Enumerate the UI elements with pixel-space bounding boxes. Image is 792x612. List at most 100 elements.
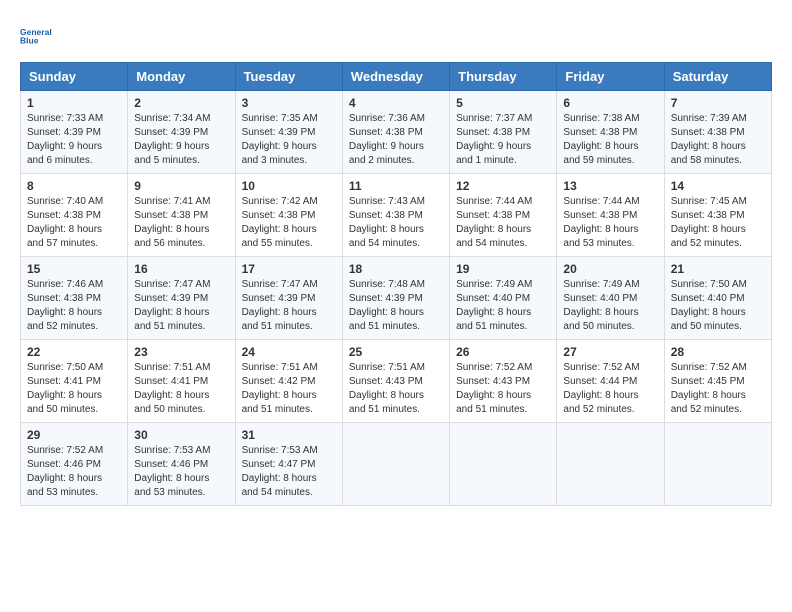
day-number: 29 (27, 428, 121, 442)
day-of-week-header: Tuesday (235, 63, 342, 91)
calendar-day-cell: 5 Sunrise: 7:37 AMSunset: 4:38 PMDaylight… (450, 91, 557, 174)
day-info: Sunrise: 7:36 AMSunset: 4:38 PMDaylight:… (349, 113, 425, 166)
calendar-day-cell: 12Sunrise: 7:44 AMSunset: 4:38 PMDayligh… (450, 174, 557, 257)
day-of-week-header: Friday (557, 63, 664, 91)
calendar-week-row: 29 Sunrise: 7:52 AMSunset: 4:46 PMDayligh… (21, 423, 772, 506)
day-info: Sunrise: 7:49 AMSunset: 4:40 PMDaylight:… (563, 279, 639, 332)
day-info: Sunrise: 7:43 AMSunset: 4:38 PMDaylight:… (349, 196, 425, 249)
day-info: Sunrise: 7:52 AMSunset: 4:43 PMDaylight:… (456, 362, 532, 415)
day-number: 9 (134, 179, 228, 193)
calendar-day-cell: 28Sunrise: 7:52 AMSunset: 4:45 PMDayligh… (664, 340, 771, 423)
day-info: Sunrise: 7:34 AMSunset: 4:39 PMDaylight:… (134, 113, 210, 166)
day-number: 1 (27, 96, 121, 110)
day-number: 16 (134, 262, 228, 276)
logo: GeneralBlue (20, 20, 52, 52)
calendar-day-cell: 26 Sunrise: 7:52 AMSunset: 4:43 PMDayligh… (450, 340, 557, 423)
calendar-day-cell: 24 Sunrise: 7:51 AMSunset: 4:42 PMDayligh… (235, 340, 342, 423)
day-number: 22 (27, 345, 121, 359)
day-info: Sunrise: 7:35 AMSunset: 4:39 PMDaylight:… (242, 113, 318, 166)
day-of-week-header: Saturday (664, 63, 771, 91)
calendar-day-cell: 13Sunrise: 7:44 AMSunset: 4:38 PMDayligh… (557, 174, 664, 257)
calendar-day-cell: 29 Sunrise: 7:52 AMSunset: 4:46 PMDayligh… (21, 423, 128, 506)
day-info: Sunrise: 7:51 AMSunset: 4:41 PMDaylight:… (134, 362, 210, 415)
calendar-day-cell (450, 423, 557, 506)
day-info: Sunrise: 7:52 AMSunset: 4:46 PMDaylight:… (27, 445, 103, 498)
day-info: Sunrise: 7:39 AMSunset: 4:38 PMDaylight:… (671, 113, 747, 166)
calendar-day-cell: 25 Sunrise: 7:51 AMSunset: 4:43 PMDayligh… (342, 340, 449, 423)
calendar-day-cell: 2 Sunrise: 7:34 AMSunset: 4:39 PMDaylight… (128, 91, 235, 174)
svg-text:Blue: Blue (20, 35, 39, 45)
calendar-day-cell: 6Sunrise: 7:38 AMSunset: 4:38 PMDaylight… (557, 91, 664, 174)
day-info: Sunrise: 7:52 AMSunset: 4:44 PMDaylight:… (563, 362, 639, 415)
page-header: GeneralBlue (20, 20, 772, 52)
day-info: Sunrise: 7:53 AMSunset: 4:47 PMDaylight:… (242, 445, 318, 498)
calendar-day-cell: 23 Sunrise: 7:51 AMSunset: 4:41 PMDayligh… (128, 340, 235, 423)
day-number: 5 (456, 96, 550, 110)
calendar-day-cell: 9 Sunrise: 7:41 AMSunset: 4:38 PMDaylight… (128, 174, 235, 257)
calendar-week-row: 8 Sunrise: 7:40 AMSunset: 4:38 PMDaylight… (21, 174, 772, 257)
day-info: Sunrise: 7:50 AMSunset: 4:40 PMDaylight:… (671, 279, 747, 332)
calendar-table: SundayMondayTuesdayWednesdayThursdayFrid… (20, 62, 772, 506)
day-number: 23 (134, 345, 228, 359)
calendar-day-cell: 10 Sunrise: 7:42 AMSunset: 4:38 PMDayligh… (235, 174, 342, 257)
day-number: 11 (349, 179, 443, 193)
day-number: 7 (671, 96, 765, 110)
day-info: Sunrise: 7:51 AMSunset: 4:42 PMDaylight:… (242, 362, 318, 415)
calendar-day-cell: 4 Sunrise: 7:36 AMSunset: 4:38 PMDaylight… (342, 91, 449, 174)
day-number: 24 (242, 345, 336, 359)
calendar-day-cell: 27 Sunrise: 7:52 AMSunset: 4:44 PMDayligh… (557, 340, 664, 423)
day-number: 20 (563, 262, 657, 276)
day-number: 17 (242, 262, 336, 276)
day-of-week-header: Wednesday (342, 63, 449, 91)
day-info: Sunrise: 7:42 AMSunset: 4:38 PMDaylight:… (242, 196, 318, 249)
day-number: 27 (563, 345, 657, 359)
calendar-day-cell: 15Sunrise: 7:46 AMSunset: 4:38 PMDayligh… (21, 257, 128, 340)
day-info: Sunrise: 7:33 AMSunset: 4:39 PMDaylight:… (27, 113, 103, 166)
calendar-day-cell: 17 Sunrise: 7:47 AMSunset: 4:39 PMDayligh… (235, 257, 342, 340)
calendar-day-cell: 18Sunrise: 7:48 AMSunset: 4:39 PMDayligh… (342, 257, 449, 340)
day-info: Sunrise: 7:49 AMSunset: 4:40 PMDaylight:… (456, 279, 532, 332)
day-info: Sunrise: 7:50 AMSunset: 4:41 PMDaylight:… (27, 362, 103, 415)
day-of-week-header: Monday (128, 63, 235, 91)
calendar-day-cell: 20 Sunrise: 7:49 AMSunset: 4:40 PMDayligh… (557, 257, 664, 340)
calendar-day-cell: 1 Sunrise: 7:33 AMSunset: 4:39 PMDaylight… (21, 91, 128, 174)
day-info: Sunrise: 7:51 AMSunset: 4:43 PMDaylight:… (349, 362, 425, 415)
day-info: Sunrise: 7:46 AMSunset: 4:38 PMDaylight:… (27, 279, 103, 332)
day-number: 26 (456, 345, 550, 359)
day-info: Sunrise: 7:40 AMSunset: 4:38 PMDaylight:… (27, 196, 103, 249)
day-info: Sunrise: 7:47 AMSunset: 4:39 PMDaylight:… (134, 279, 210, 332)
day-of-week-header: Thursday (450, 63, 557, 91)
calendar-day-cell (664, 423, 771, 506)
calendar-day-cell: 22 Sunrise: 7:50 AMSunset: 4:41 PMDayligh… (21, 340, 128, 423)
calendar-day-cell: 14Sunrise: 7:45 AMSunset: 4:38 PMDayligh… (664, 174, 771, 257)
day-number: 10 (242, 179, 336, 193)
day-info: Sunrise: 7:45 AMSunset: 4:38 PMDaylight:… (671, 196, 747, 249)
day-info: Sunrise: 7:47 AMSunset: 4:39 PMDaylight:… (242, 279, 318, 332)
calendar-day-cell: 19Sunrise: 7:49 AMSunset: 4:40 PMDayligh… (450, 257, 557, 340)
calendar-day-cell: 30Sunrise: 7:53 AMSunset: 4:46 PMDayligh… (128, 423, 235, 506)
day-number: 30 (134, 428, 228, 442)
day-info: Sunrise: 7:52 AMSunset: 4:45 PMDaylight:… (671, 362, 747, 415)
day-number: 3 (242, 96, 336, 110)
calendar-week-row: 1 Sunrise: 7:33 AMSunset: 4:39 PMDaylight… (21, 91, 772, 174)
day-number: 2 (134, 96, 228, 110)
day-info: Sunrise: 7:48 AMSunset: 4:39 PMDaylight:… (349, 279, 425, 332)
day-number: 21 (671, 262, 765, 276)
day-number: 4 (349, 96, 443, 110)
calendar-day-cell: 31 Sunrise: 7:53 AMSunset: 4:47 PMDayligh… (235, 423, 342, 506)
day-number: 8 (27, 179, 121, 193)
day-number: 31 (242, 428, 336, 442)
day-number: 25 (349, 345, 443, 359)
calendar-day-cell (557, 423, 664, 506)
calendar-header-row: SundayMondayTuesdayWednesdayThursdayFrid… (21, 63, 772, 91)
calendar-day-cell: 8 Sunrise: 7:40 AMSunset: 4:38 PMDaylight… (21, 174, 128, 257)
calendar-day-cell: 16 Sunrise: 7:47 AMSunset: 4:39 PMDayligh… (128, 257, 235, 340)
day-number: 13 (563, 179, 657, 193)
day-info: Sunrise: 7:38 AMSunset: 4:38 PMDaylight:… (563, 113, 639, 166)
day-of-week-header: Sunday (21, 63, 128, 91)
day-info: Sunrise: 7:37 AMSunset: 4:38 PMDaylight:… (456, 113, 532, 166)
calendar-week-row: 22 Sunrise: 7:50 AMSunset: 4:41 PMDayligh… (21, 340, 772, 423)
day-info: Sunrise: 7:41 AMSunset: 4:38 PMDaylight:… (134, 196, 210, 249)
calendar-day-cell: 21 Sunrise: 7:50 AMSunset: 4:40 PMDayligh… (664, 257, 771, 340)
calendar-day-cell: 7 Sunrise: 7:39 AMSunset: 4:38 PMDaylight… (664, 91, 771, 174)
